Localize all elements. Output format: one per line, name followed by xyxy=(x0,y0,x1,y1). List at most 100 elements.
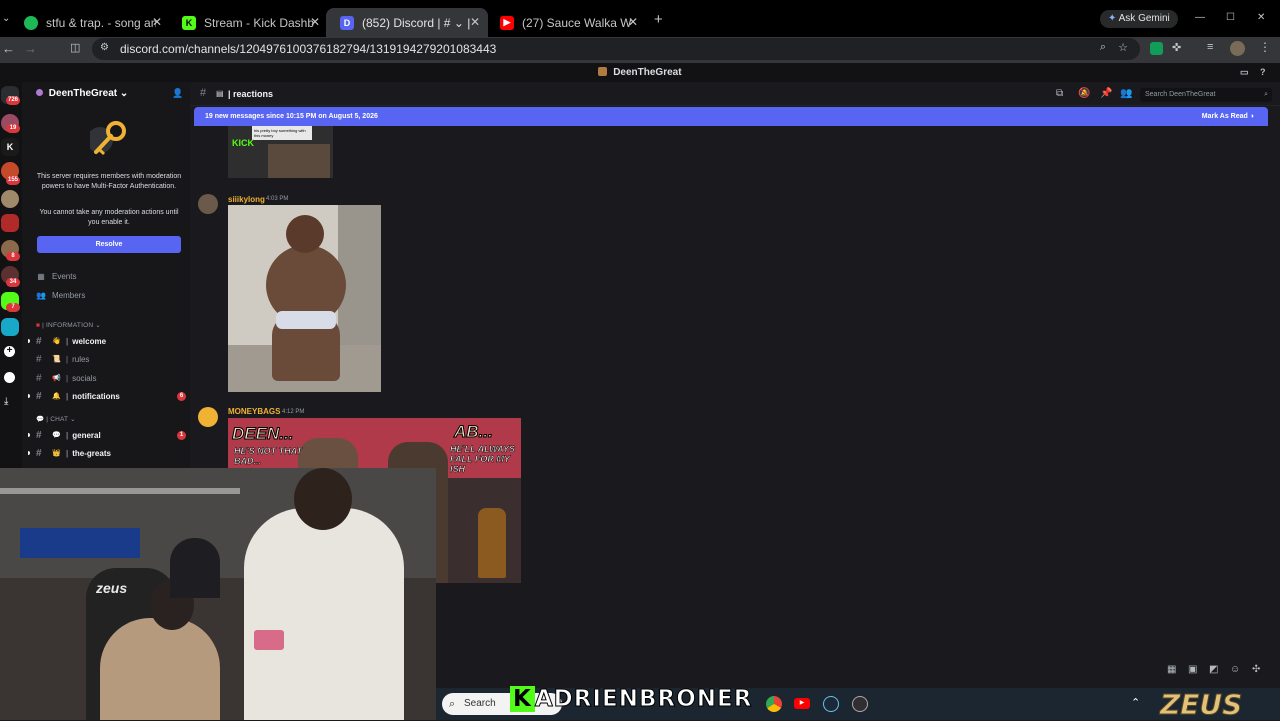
pin-icon[interactable]: 📌 xyxy=(1100,88,1112,99)
thumb-text-ab: AB... xyxy=(454,422,494,442)
hash-icon: # xyxy=(36,372,42,384)
help-icon[interactable]: ? xyxy=(1260,63,1266,82)
threads-icon[interactable]: ⧉ xyxy=(1056,88,1063,99)
discord-title-bar: DeenTheGreat ▭ ? xyxy=(0,63,1280,82)
resolve-button[interactable]: Resolve xyxy=(37,236,181,253)
message-author[interactable]: MONEYBAGS xyxy=(228,407,280,416)
new-messages-bar[interactable]: 19 new messages since 10:15 PM on August… xyxy=(194,107,1268,126)
unread-indicator xyxy=(28,451,30,455)
members-item[interactable]: 👥 Members xyxy=(36,291,85,300)
mfa-action-text: You cannot take any moderation actions u… xyxy=(39,209,179,226)
member-list-icon[interactable]: 👥 xyxy=(1120,88,1132,99)
message-timestamp: 4:12 PM xyxy=(282,409,305,415)
new-tab-button[interactable]: + xyxy=(654,11,663,28)
chrome-menu-icon[interactable]: ⋮ xyxy=(1259,40,1271,54)
tray-chevron-icon[interactable]: ⌃ xyxy=(1131,696,1140,709)
zoom-icon[interactable]: ⌕ xyxy=(1100,41,1106,54)
profile-avatar[interactable] xyxy=(1230,41,1245,56)
category-chat[interactable]: 💬 | CHAT ⌄ xyxy=(36,415,76,423)
maximize-button[interactable]: ☐ xyxy=(1226,12,1235,23)
tab-youtube[interactable]: ▶ (27) Sauce Walka Wins Sparring ✕ xyxy=(486,8,646,37)
bookmark-star-icon[interactable]: ☆ xyxy=(1118,41,1128,54)
close-tab-icon[interactable]: ✕ xyxy=(310,15,320,29)
mention-badge: 1 xyxy=(177,430,186,440)
chrome-icon[interactable] xyxy=(766,696,782,712)
avatar[interactable] xyxy=(198,407,218,427)
mention-badge: 34 xyxy=(6,278,20,287)
close-window-button[interactable]: ✕ xyxy=(1257,12,1265,23)
channel-the-greats[interactable]: # 👑 | the-greats xyxy=(36,446,186,460)
address-bar[interactable]: ⚙ discord.com/channels/12049761003761827… xyxy=(92,38,1140,60)
gift-icon[interactable]: ▦ xyxy=(1167,664,1176,675)
channel-rules[interactable]: # 📜 | rules xyxy=(36,352,186,366)
download-icon[interactable]: ⤓ xyxy=(4,396,8,407)
crown-icon: 👑 xyxy=(52,450,61,457)
ask-gemini-button[interactable]: ✦ Ask Gemini xyxy=(1100,10,1178,28)
channel-socials[interactable]: # 📢 | socials xyxy=(36,371,186,385)
message-timestamp: 4:03 PM xyxy=(266,196,289,202)
message-author[interactable]: siiikylong xyxy=(228,195,265,204)
chevron-down-icon: ⌄ xyxy=(119,88,129,99)
emoji-icon[interactable]: ☺ xyxy=(1230,664,1240,675)
tab-spotify[interactable]: stfu & trap. - song and lyrics by ✕ xyxy=(10,8,170,37)
thumb-text-fall: HE'LL ALWAYS FALL FOR MY ISH xyxy=(450,444,515,475)
image-creature-head xyxy=(286,215,324,253)
obs-icon[interactable] xyxy=(852,696,868,712)
server-icon-3[interactable] xyxy=(1,214,19,232)
chat-bubble-icon: 💬 xyxy=(36,416,45,423)
sticker-icon[interactable]: ◩ xyxy=(1209,664,1218,675)
channel-notifications[interactable]: # 🔔 | notifications 6 xyxy=(36,389,186,403)
server-header[interactable]: DeenTheGreat ⌄ xyxy=(36,88,128,99)
channel-general[interactable]: # 💬 | general 1 xyxy=(36,428,186,442)
discover-icon[interactable] xyxy=(4,372,15,383)
minimize-button[interactable]: — xyxy=(1195,12,1205,23)
search-icon: ⌕ xyxy=(1264,91,1268,98)
hash-icon: # xyxy=(36,429,42,441)
add-server-icon[interactable]: + xyxy=(4,346,15,357)
steam-icon[interactable] xyxy=(823,696,839,712)
reading-list-icon[interactable]: ≡ xyxy=(1207,41,1213,53)
close-tab-icon[interactable]: ✕ xyxy=(628,15,638,29)
sidebar-toggle-icon[interactable]: ◫ xyxy=(70,41,80,54)
invite-icon[interactable]: 👤 xyxy=(172,88,183,99)
server-icon-kick[interactable]: K xyxy=(1,138,19,156)
close-tab-icon[interactable]: ✕ xyxy=(152,15,162,29)
mfa-warning-text: This server requires members with modera… xyxy=(36,173,182,190)
close-tab-icon[interactable]: ✕ xyxy=(470,15,480,29)
events-item[interactable]: ▦ Events xyxy=(36,272,76,281)
site-info-icon[interactable]: ⚙ xyxy=(100,42,109,53)
gif-icon[interactable]: ▣ xyxy=(1188,664,1197,675)
attachment-image[interactable] xyxy=(228,205,381,392)
inbox-icon[interactable]: ▭ xyxy=(1240,63,1249,82)
server-icon-deen[interactable] xyxy=(1,190,19,208)
mention-badge: 155 xyxy=(6,176,20,185)
avatar[interactable] xyxy=(198,194,218,214)
mark-as-read-button[interactable]: Mark As Read ◑ xyxy=(1202,107,1254,126)
tab-kick-dashboard[interactable]: K Stream - Kick Dashboard ✕ xyxy=(168,8,328,37)
server-icon-7[interactable] xyxy=(1,318,19,336)
streamer-name-overlay: K ADRIENBRONER xyxy=(510,686,752,713)
notification-bell-icon[interactable]: 🔕 xyxy=(1078,88,1090,99)
webcam-phone xyxy=(254,630,284,650)
url-text: discord.com/channels/1204976100376182794… xyxy=(120,42,497,56)
webcam-person-seated xyxy=(100,618,220,720)
search-input[interactable]: Search DeenTheGreat ⌕ xyxy=(1140,88,1272,102)
webcam-overlay: zeus xyxy=(0,468,436,720)
tab-discord[interactable]: D (852) Discord | # ⌄ | reactions ✕ xyxy=(326,8,488,37)
back-icon[interactable]: ← xyxy=(2,41,15,56)
youtube-icon[interactable]: ▶ xyxy=(794,698,810,709)
extensions-puzzle-icon[interactable]: ✜ xyxy=(1172,41,1181,54)
forward-icon[interactable]: → xyxy=(24,41,37,56)
bell-icon: 🔔 xyxy=(52,393,61,400)
extension-icon[interactable] xyxy=(1150,42,1163,55)
book-icon: ■ xyxy=(36,322,41,329)
speech-icon: 💬 xyxy=(52,432,61,439)
gemini-icon: ✦ xyxy=(1108,13,1117,24)
channel-welcome[interactable]: # 👋 | welcome xyxy=(36,334,186,348)
apps-icon[interactable]: ✣ xyxy=(1252,664,1260,675)
channel-sidebar: DeenTheGreat ⌄ 👤 This server requires me… xyxy=(22,82,190,468)
attachment-image[interactable]: his pretty boy something with this money… xyxy=(228,126,333,178)
sponsor-logo: ZEUS xyxy=(1159,688,1243,721)
category-information[interactable]: ■ | INFORMATION ⌄ xyxy=(36,321,101,329)
scroll-icon: 📜 xyxy=(52,356,61,363)
